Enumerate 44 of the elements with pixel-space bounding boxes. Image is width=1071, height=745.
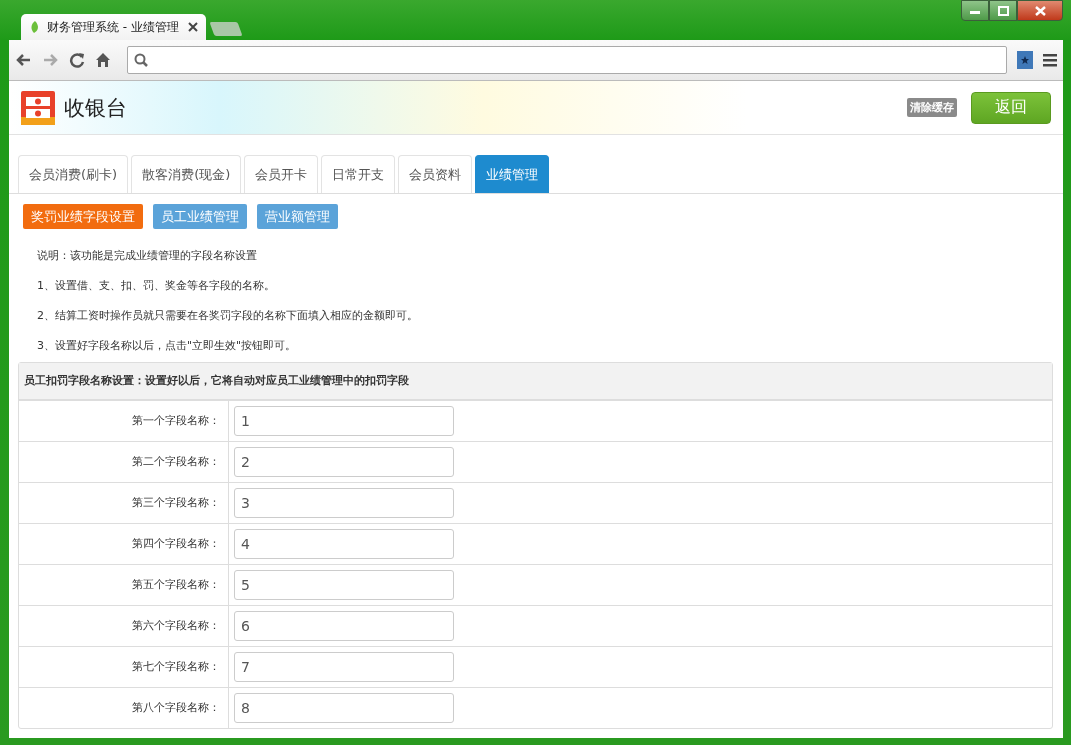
tab-title: 财务管理系统 - 业绩管理 bbox=[47, 18, 180, 36]
browser-tab[interactable]: 财务管理系统 - 业绩管理 bbox=[21, 14, 206, 40]
field-label: 第三个字段名称： bbox=[19, 483, 229, 523]
reload-icon[interactable] bbox=[69, 52, 85, 68]
input-field[interactable]: 2 bbox=[234, 447, 454, 477]
nav-tab[interactable]: 会员开卡 bbox=[244, 155, 319, 193]
panel-heading: 员工扣罚字段名称设置：设置好以后，它将自动对应员工业绩管理中的扣罚字段 bbox=[19, 363, 1052, 400]
nav-tab[interactable]: 会员资料 bbox=[398, 155, 473, 193]
input-field[interactable]: 8 bbox=[234, 693, 454, 723]
close-icon[interactable] bbox=[188, 22, 198, 32]
field-label: 第一个字段名称： bbox=[19, 401, 229, 441]
nav-tab[interactable]: 散客消费(现金) bbox=[131, 155, 242, 193]
instruction-text: 3、设置好字段名称以后，点击"立即生效"按钮即可。 bbox=[37, 338, 298, 354]
maximize-button[interactable] bbox=[989, 0, 1017, 21]
instruction-text: 1、设置借、支、扣、罚、奖金等各字段的名称。 bbox=[37, 278, 276, 294]
close-window-button[interactable] bbox=[1017, 0, 1063, 21]
input-field[interactable]: 6 bbox=[234, 611, 454, 641]
page-title: 收银台 bbox=[64, 94, 128, 122]
minimize-button[interactable] bbox=[961, 0, 989, 21]
leaf-icon bbox=[29, 20, 41, 34]
field-label: 第四个字段名称： bbox=[19, 524, 229, 564]
maximize-icon bbox=[997, 5, 1009, 16]
home-icon[interactable] bbox=[95, 52, 111, 68]
field-label: 第六个字段名称： bbox=[19, 606, 229, 646]
search-icon bbox=[134, 53, 148, 67]
instruction-text: 说明：该功能是完成业绩管理的字段名称设置 bbox=[37, 248, 258, 264]
input-field[interactable]: 5 bbox=[234, 570, 454, 600]
bookmark-icon[interactable] bbox=[1017, 51, 1033, 69]
menu-icon[interactable] bbox=[1043, 53, 1057, 67]
nav-tab[interactable]: 业绩管理 bbox=[475, 155, 550, 193]
cash-drawer-icon bbox=[20, 89, 56, 126]
nav-tab[interactable]: 日常开支 bbox=[321, 155, 396, 193]
input-field[interactable]: 4 bbox=[234, 529, 454, 559]
input-field[interactable]: 1 bbox=[234, 406, 454, 436]
field-label: 第五个字段名称： bbox=[19, 565, 229, 605]
instruction-text: 2、结算工资时操作员就只需要在各奖罚字段的名称下面填入相应的金额即可。 bbox=[37, 308, 419, 324]
nav-tab[interactable]: 会员消费(刷卡) bbox=[18, 155, 129, 193]
close-icon bbox=[1034, 5, 1046, 16]
field-label: 第八个字段名称： bbox=[19, 688, 229, 728]
input-field[interactable]: 3 bbox=[234, 488, 454, 518]
field-label: 第二个字段名称： bbox=[19, 442, 229, 482]
back-icon[interactable] bbox=[15, 52, 32, 68]
field-label: 第七个字段名称： bbox=[19, 647, 229, 687]
input-field[interactable]: 7 bbox=[234, 652, 454, 682]
